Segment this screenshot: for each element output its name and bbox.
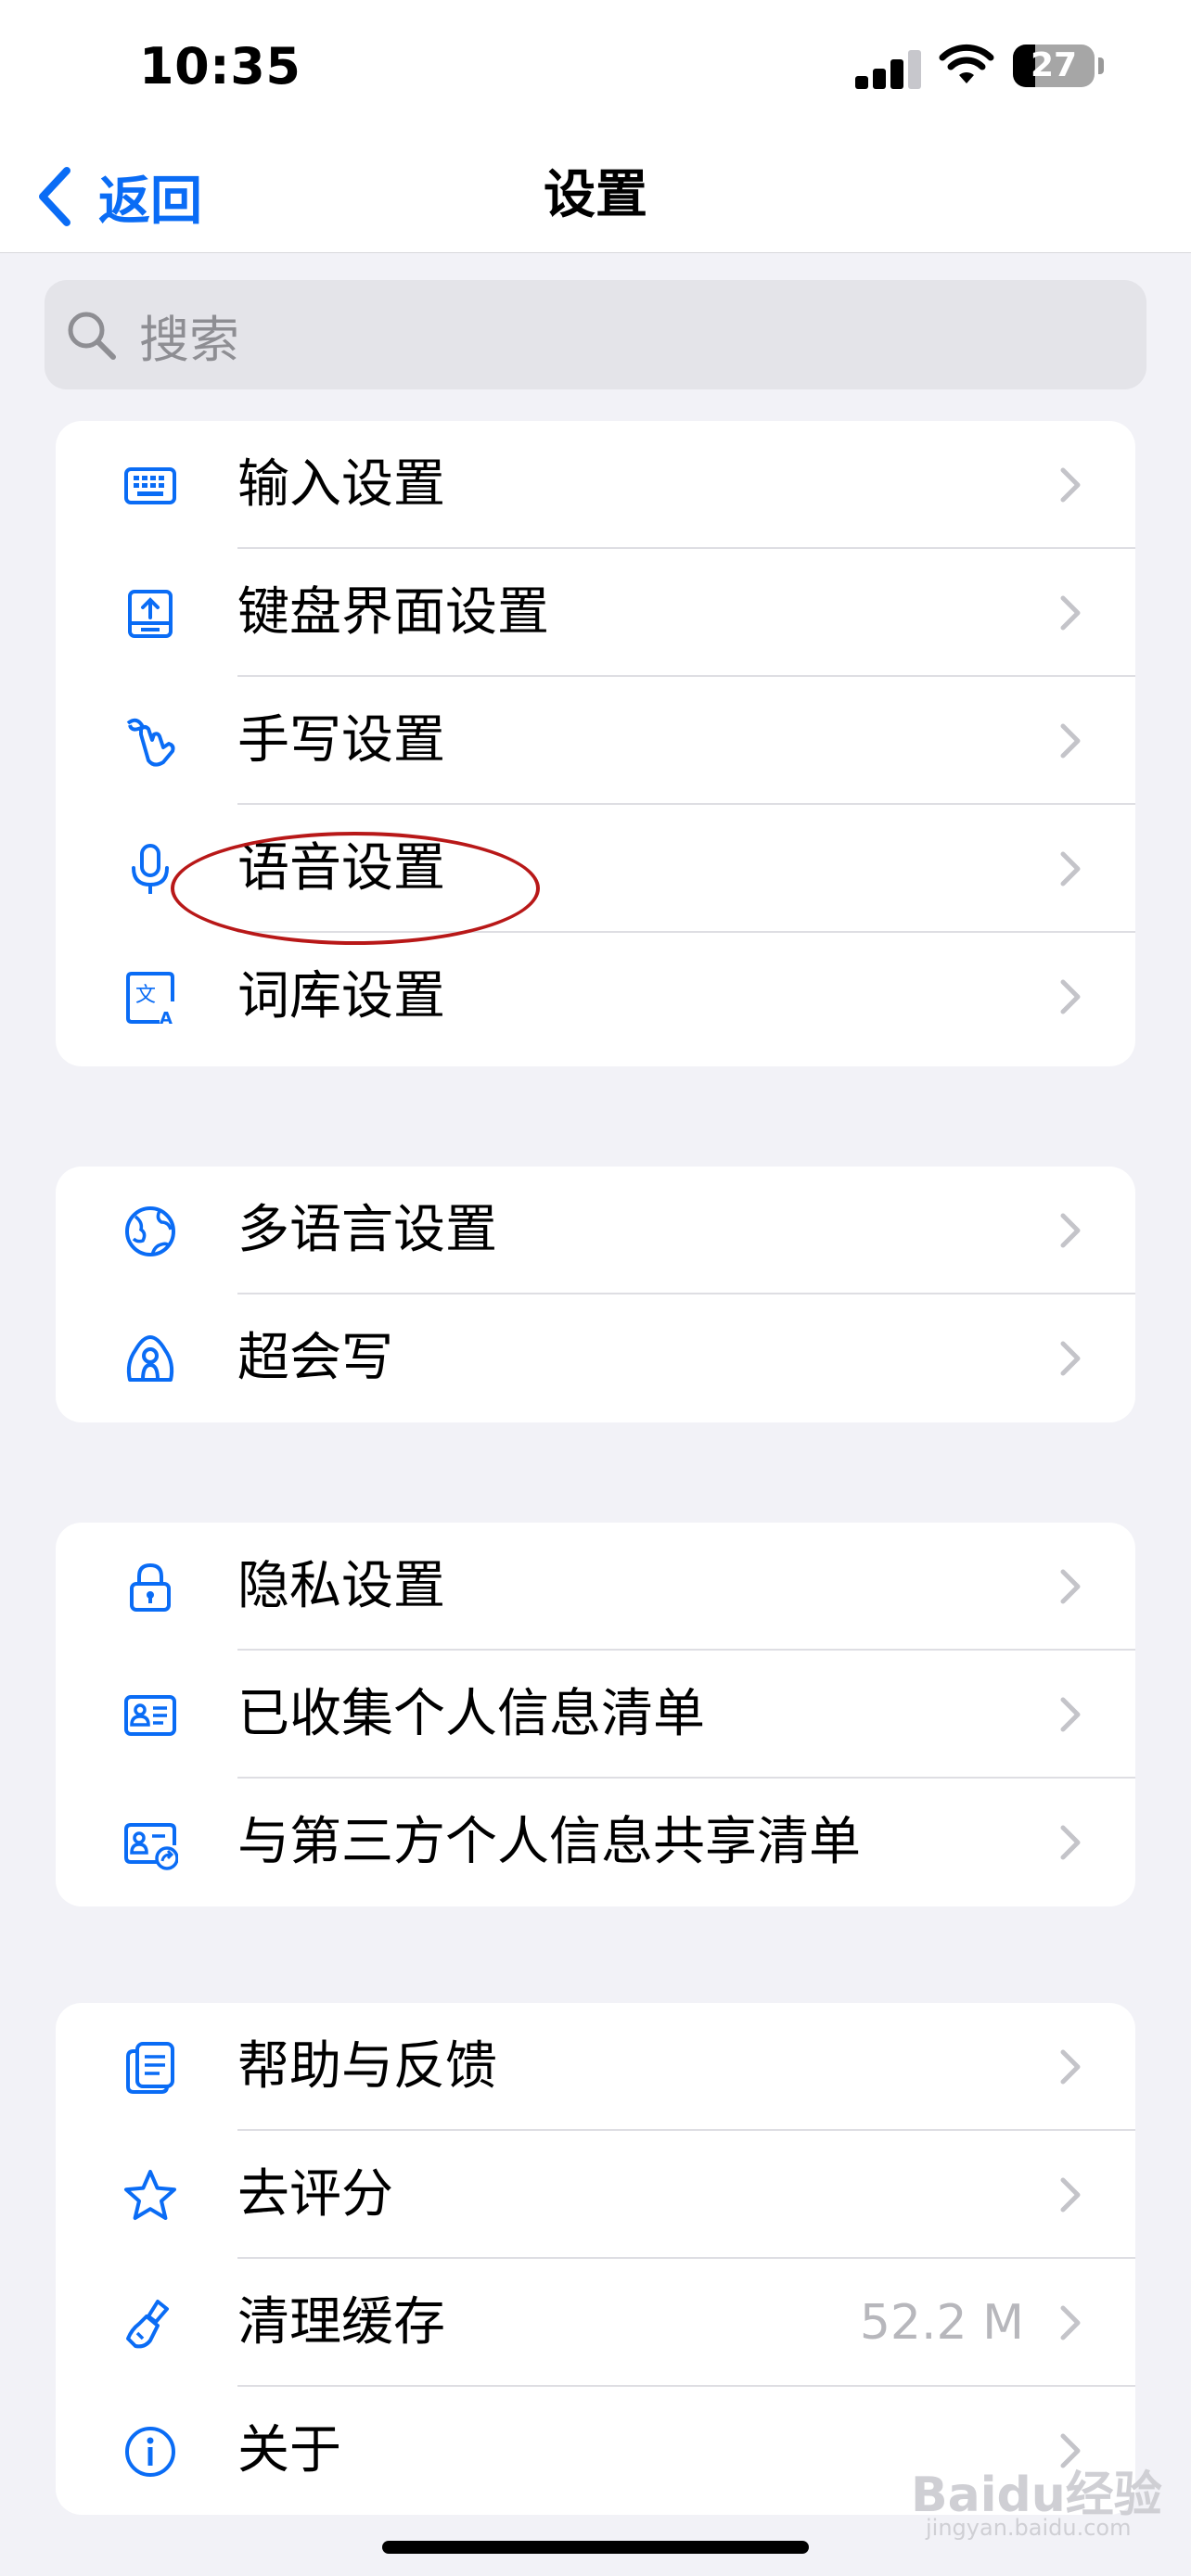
globe-icon [122,1204,178,1259]
settings-item-label: 多语言设置 [237,1200,497,1260]
settings-item-label: 帮助与反馈 [237,2036,497,2097]
chevron-right-icon [1059,978,1082,1015]
settings-item-label: 手写设置 [237,710,445,771]
chevron-right-icon [1059,1824,1082,1861]
svg-text:A: A [160,1009,173,1026]
cache-size-value: 52.2 M [859,2295,1024,2351]
wifi-icon [939,44,994,83]
chevron-left-icon [39,167,70,226]
chevron-right-icon [1059,1568,1082,1605]
battery-cap [1098,57,1104,74]
home-indicator[interactable] [382,2541,809,2554]
settings-item-keyboard-ui[interactable]: 键盘界面设置 [56,549,1135,677]
watermark-url: jingyan.baidu.com [926,2515,1132,2541]
cellular-signal-icon [855,45,921,89]
battery-level: 27 [1030,46,1078,84]
lock-icon [122,1560,178,1615]
search-placeholder: 搜索 [139,310,239,369]
settings-item-rate[interactable]: 去评分 [56,2131,1135,2259]
settings-item-privacy[interactable]: 隐私设置 [56,1523,1135,1651]
chevron-right-icon [1059,1340,1082,1377]
settings-item-label: 清理缓存 [237,2292,445,2353]
help-document-icon [122,2040,178,2096]
navigation-bar: 设置 返回 [0,139,1191,253]
settings-item-collected-info[interactable]: 已收集个人信息清单 [56,1651,1135,1779]
chevron-right-icon [1059,2304,1082,2341]
settings-item-label: 关于 [237,2420,341,2480]
id-card-share-icon [122,1816,179,1871]
settings-item-handwriting[interactable]: 手写设置 [56,677,1135,805]
brush-icon [122,2296,178,2352]
settings-item-dictionary[interactable]: 文 A 词库设置 [56,933,1135,1061]
back-button[interactable]: 返回 [33,159,202,234]
chevron-right-icon [1059,850,1082,887]
status-bar: 10:35 27 [0,0,1191,139]
settings-item-label: 词库设置 [237,966,445,1027]
settings-item-label: 去评分 [237,2164,393,2225]
dictionary-icon: 文 A [122,970,178,1028]
chevron-right-icon [1059,722,1082,759]
settings-item-label: 已收集个人信息清单 [237,1684,705,1744]
settings-item-label: 隐私设置 [237,1556,445,1616]
settings-group-about: 帮助与反馈 去评分 清理缓存 52.2 M 关于 [56,2003,1135,2515]
chevron-right-icon [1059,2176,1082,2213]
star-icon [122,2168,178,2224]
info-icon [122,2424,178,2480]
handwriting-icon [122,714,178,770]
settings-item-clear-cache[interactable]: 清理缓存 52.2 M [56,2259,1135,2387]
chevron-right-icon [1059,594,1082,631]
settings-item-label: 键盘界面设置 [237,582,549,643]
settings-item-help[interactable]: 帮助与反馈 [56,2003,1135,2131]
highlight-ring [171,832,540,945]
settings-group-input: 输入设置 键盘界面设置 手写设置 语音设置 文 A 词库设置 [56,421,1135,1066]
search-input[interactable]: 搜索 [45,280,1146,389]
settings-item-shared-info[interactable]: 与第三方个人信息共享清单 [56,1779,1135,1906]
search-icon [68,312,116,360]
settings-item-label: 与第三方个人信息共享清单 [237,1812,861,1872]
super-write-icon [122,1332,178,1387]
keyboard-layout-icon [122,586,178,642]
svg-text:文: 文 [135,984,156,1007]
id-card-icon [122,1688,178,1743]
settings-item-label: 输入设置 [237,454,445,515]
settings-item-multilanguage[interactable]: 多语言设置 [56,1167,1135,1294]
chevron-right-icon [1059,466,1082,504]
microphone-icon [122,842,178,898]
settings-item-input[interactable]: 输入设置 [56,421,1135,549]
settings-group-language: 多语言设置 超会写 [56,1167,1135,1422]
settings-item-super-write[interactable]: 超会写 [56,1294,1135,1422]
keyboard-icon [122,458,178,514]
chevron-right-icon [1059,2048,1082,2085]
settings-item-label: 超会写 [237,1328,393,1388]
chevron-right-icon [1059,1212,1082,1249]
status-time: 10:35 [139,37,301,96]
chevron-right-icon [1059,1696,1082,1733]
settings-group-privacy: 隐私设置 已收集个人信息清单 与第三方个人信息共享清单 [56,1523,1135,1906]
back-label: 返回 [98,171,202,232]
